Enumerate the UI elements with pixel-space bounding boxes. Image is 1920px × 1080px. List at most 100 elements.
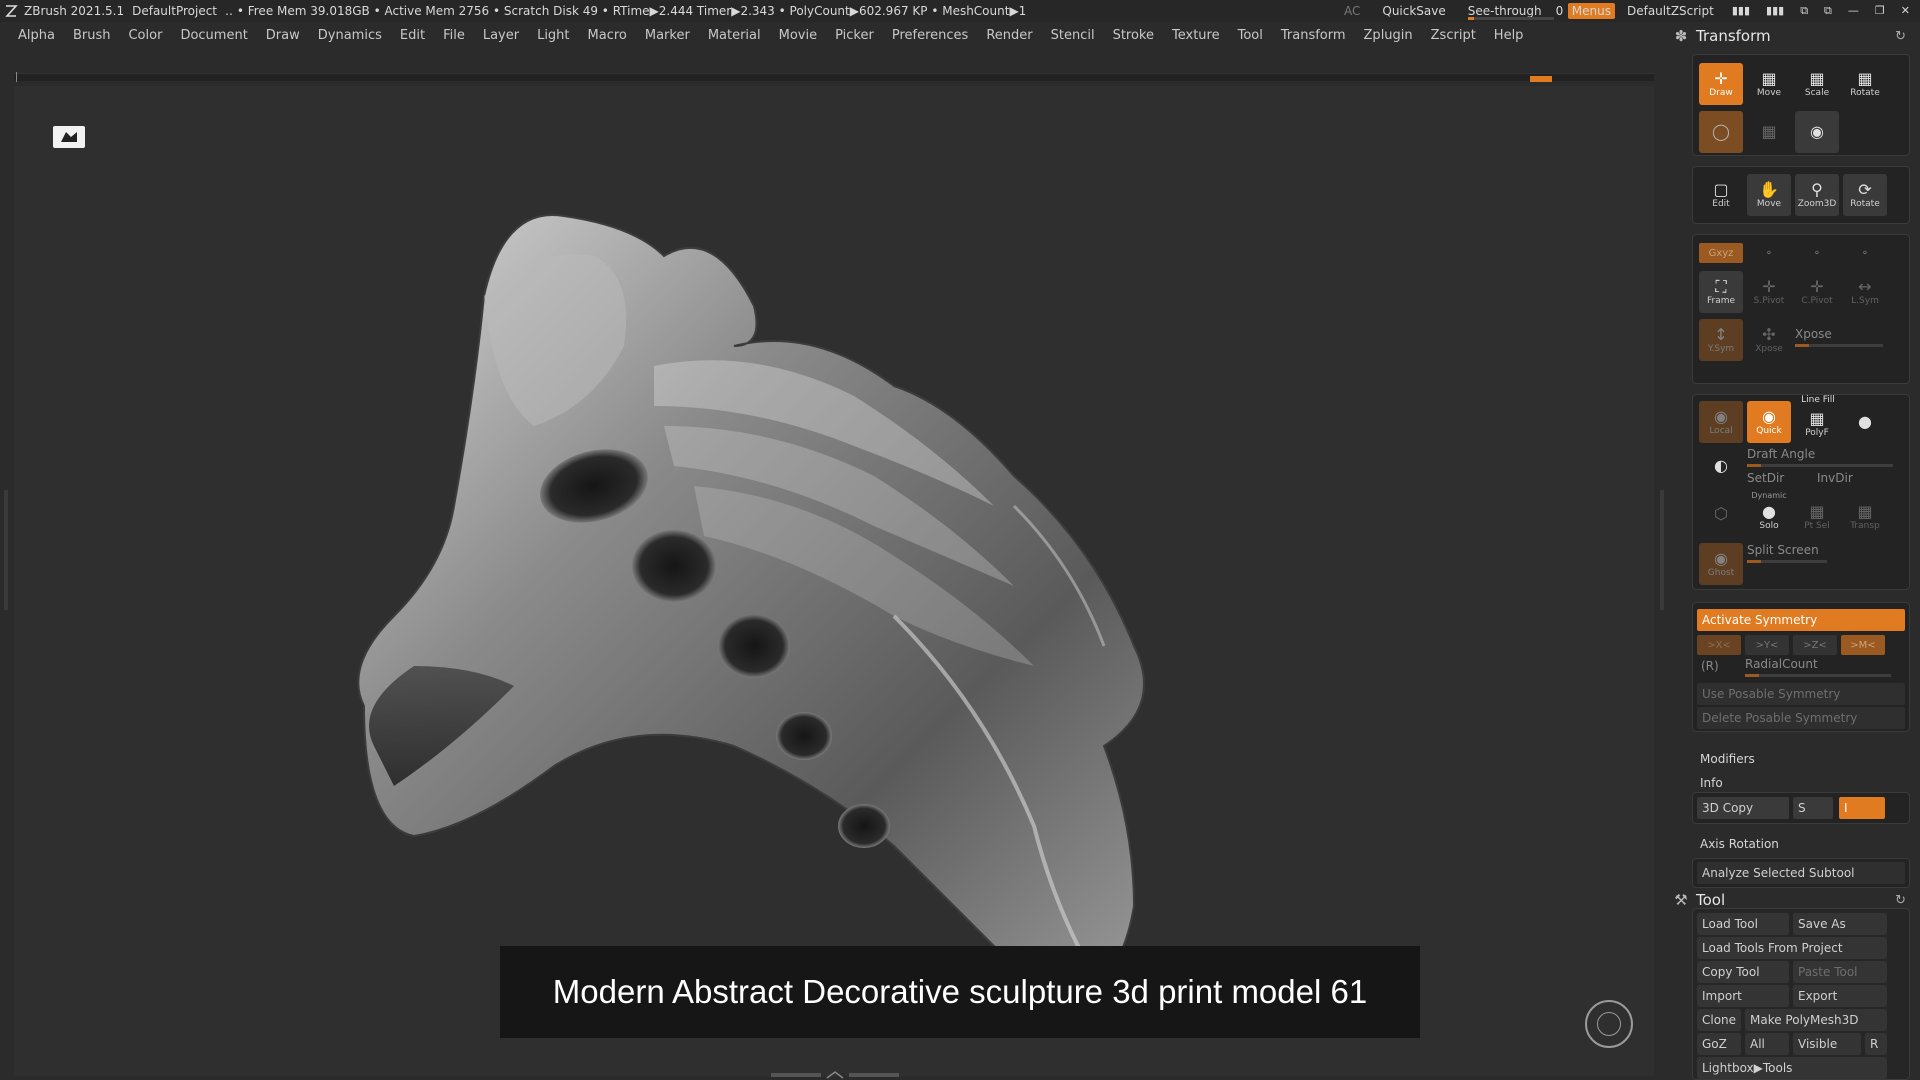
sym-m-toggle[interactable]: >M< [1841, 635, 1885, 655]
copy3d-button[interactable]: 3D Copy [1697, 797, 1789, 819]
transform-palette-header[interactable]: ✽ Transform ↻ [1672, 24, 1920, 48]
lightbox-orb-icon[interactable] [1585, 1000, 1633, 1048]
setdir-button[interactable]: SetDir [1747, 471, 1807, 491]
quick-button[interactable]: ◉ Quick [1747, 401, 1791, 443]
draft-angle-slider[interactable]: Draft Angle [1747, 447, 1897, 467]
menu-dynamics[interactable]: Dynamics [318, 28, 382, 43]
copy3d-i-button[interactable]: I [1839, 797, 1885, 819]
move-view-button[interactable]: ✋ Move [1747, 174, 1791, 216]
wireframe-cube-button[interactable]: ⬡ [1699, 495, 1743, 533]
menu-edit[interactable]: Edit [400, 28, 425, 43]
menu-file[interactable]: File [443, 28, 465, 43]
layout-icon[interactable]: ▮▮▮ [1732, 4, 1750, 18]
rotate-view-button[interactable]: ⟳ Rotate [1843, 174, 1887, 216]
radial-r-toggle[interactable]: (R) [1701, 659, 1731, 679]
canvas-corner-icon[interactable] [53, 126, 85, 148]
xpose-slider[interactable]: Xpose [1795, 327, 1901, 347]
menu-texture[interactable]: Texture [1172, 28, 1220, 43]
menu-color[interactable]: Color [128, 28, 162, 43]
menu-zscript[interactable]: Zscript [1431, 28, 1476, 43]
use-posable-symmetry-button[interactable]: Use Posable Symmetry [1697, 683, 1905, 705]
minimize-icon[interactable]: — [1848, 4, 1859, 18]
make-polymesh3d-button[interactable]: Make PolyMesh3D [1745, 1009, 1887, 1031]
menu-brush[interactable]: Brush [73, 28, 111, 43]
menu-light[interactable]: Light [537, 28, 569, 43]
menu-stencil[interactable]: Stencil [1051, 28, 1095, 43]
menu-document[interactable]: Document [180, 28, 247, 43]
menu-help[interactable]: Help [1494, 28, 1524, 43]
bottom-tray-handle[interactable] [770, 1071, 900, 1079]
copy-tool-button[interactable]: Copy Tool [1697, 961, 1789, 983]
save-as-button[interactable]: Save As [1793, 913, 1887, 935]
paste-tool-button[interactable]: Paste Tool [1793, 961, 1887, 983]
edit-button[interactable]: ▢ Edit [1699, 174, 1743, 216]
menus-toggle[interactable]: Menus [1567, 3, 1615, 19]
goz-all-button[interactable]: All [1745, 1033, 1789, 1055]
contrast-button[interactable]: ◐ [1699, 449, 1743, 483]
frame-button[interactable]: ⛶ Frame [1699, 271, 1743, 313]
spivot-button[interactable]: ✛ S.Pivot [1747, 271, 1791, 313]
goz-button[interactable]: GoZ [1697, 1033, 1741, 1055]
axis-z-icon[interactable]: ⚬ [1795, 243, 1839, 263]
load-tools-from-project-button[interactable]: Load Tools From Project [1697, 937, 1887, 959]
invdir-button[interactable]: InvDir [1817, 471, 1877, 491]
sym-z-toggle[interactable]: >Z< [1793, 635, 1837, 655]
xpose-button[interactable]: ✣ Xpose [1747, 319, 1791, 361]
import-button[interactable]: Import [1697, 985, 1789, 1007]
palette-reset-icon[interactable]: ↻ [1895, 29, 1906, 44]
transp-sphere-button[interactable]: ● [1843, 401, 1887, 443]
sculpture-model[interactable] [334, 146, 1294, 1046]
menu-render[interactable]: Render [986, 28, 1032, 43]
lightbox-tools-button[interactable]: Lightbox▶Tools [1697, 1057, 1887, 1079]
activate-symmetry-button[interactable]: Activate Symmetry [1697, 609, 1905, 631]
goz-visible-button[interactable]: Visible [1793, 1033, 1861, 1055]
menu-material[interactable]: Material [708, 28, 761, 43]
layout-alt-icon[interactable]: ▮▮▮ [1766, 4, 1784, 18]
analyze-subtool-button[interactable]: Analyze Selected Subtool [1697, 862, 1905, 884]
timeline-track[interactable] [14, 72, 1654, 82]
axis-y-icon[interactable]: ⚬ [1747, 243, 1791, 263]
menu-preferences[interactable]: Preferences [892, 28, 968, 43]
menu-picker[interactable]: Picker [835, 28, 874, 43]
cpivot-button[interactable]: ✛ C.Pivot [1795, 271, 1839, 313]
left-tray-handle[interactable] [4, 490, 8, 610]
menu-transform[interactable]: Transform [1281, 28, 1346, 43]
gxyz-toggle[interactable]: Gxyz [1699, 243, 1743, 263]
lsym-button[interactable]: ↔ L.Sym [1843, 271, 1887, 313]
axis-rotation-subpalette[interactable]: Axis Rotation [1700, 837, 1779, 851]
zscript-name[interactable]: DefaultZScript [1627, 4, 1714, 18]
local-button[interactable]: ◉ Local [1699, 401, 1743, 443]
modifiers-subpalette[interactable]: Modifiers [1700, 752, 1755, 766]
see-through-slider[interactable]: See-through 0 [1467, 2, 1563, 20]
clone-button[interactable]: Clone [1697, 1009, 1741, 1031]
move-button[interactable]: ▦ Move [1747, 63, 1791, 105]
edit-gizmo-button[interactable]: ▦ [1747, 111, 1791, 153]
info-subpalette[interactable]: Info [1700, 776, 1723, 790]
tool-reset-icon[interactable]: ↻ [1895, 893, 1906, 908]
timeline-marker[interactable] [1530, 76, 1552, 82]
menu-alpha[interactable]: Alpha [18, 28, 55, 43]
copy3d-s-button[interactable]: S [1793, 797, 1833, 819]
menu-macro[interactable]: Macro [588, 28, 627, 43]
split-screen-slider[interactable]: Split Screen [1747, 543, 1833, 563]
right-tray-handle[interactable] [1660, 490, 1664, 610]
ysym-button[interactable]: ↕ Y.Sym [1699, 319, 1743, 361]
project-name[interactable]: DefaultProject [132, 4, 217, 18]
menu-stroke[interactable]: Stroke [1113, 28, 1154, 43]
load-tool-button[interactable]: Load Tool [1697, 913, 1789, 935]
draw-button[interactable]: ✛ Draw [1699, 63, 1743, 105]
menu-draw[interactable]: Draw [266, 28, 300, 43]
delete-posable-symmetry-button[interactable]: Delete Posable Symmetry [1697, 707, 1905, 729]
scale-button[interactable]: ▦ Scale [1795, 63, 1839, 105]
export-button[interactable]: Export [1793, 985, 1887, 1007]
quicksave-button[interactable]: QuickSave [1382, 4, 1445, 18]
float-window-icon[interactable]: ⧉ [1800, 4, 1808, 18]
sym-y-toggle[interactable]: >Y< [1745, 635, 1789, 655]
menu-zplugin[interactable]: Zplugin [1364, 28, 1413, 43]
polyf-button[interactable]: ▦ PolyF [1795, 405, 1839, 443]
docking-icon[interactable]: ⧉ [1824, 4, 1832, 18]
ptsel-button[interactable]: ▦ Pt Sel [1795, 499, 1839, 535]
gizmo-button[interactable]: ◯ [1699, 111, 1743, 153]
ghost-button[interactable]: ◉ Ghost [1699, 543, 1743, 585]
camera-button[interactable]: ◉ [1795, 111, 1839, 153]
